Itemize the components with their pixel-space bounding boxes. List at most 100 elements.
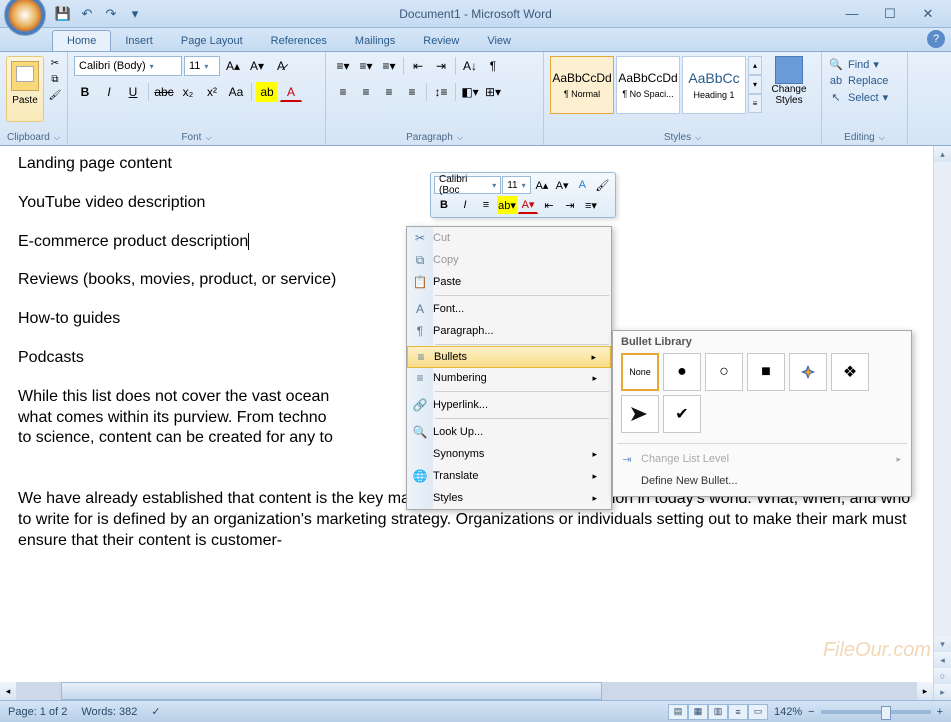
mini-center-icon[interactable]: ≡ [476, 196, 496, 214]
status-zoom[interactable]: 142% [774, 706, 802, 718]
tab-insert[interactable]: Insert [111, 31, 167, 51]
increase-indent-icon[interactable]: ⇥ [430, 56, 452, 76]
zoom-slider[interactable] [821, 710, 931, 714]
mini-bold-icon[interactable]: B [434, 196, 454, 214]
align-right-icon[interactable]: ≡ [378, 82, 400, 102]
mini-italic-icon[interactable]: I [455, 196, 475, 214]
change-styles-button[interactable]: Change Styles [768, 56, 810, 141]
redo-icon[interactable]: ↷ [102, 5, 120, 23]
paste-button[interactable]: Paste [6, 56, 44, 122]
find-button[interactable]: 🔍Find ▾ [828, 56, 901, 73]
shrink-font-icon[interactable]: A▾ [246, 56, 268, 76]
qat-customize-icon[interactable]: ▾ [126, 5, 144, 23]
numbering-icon[interactable]: ≡▾ [355, 56, 377, 76]
style-scroll[interactable]: ▴ ▾ ≡ [748, 56, 762, 141]
highlight-icon[interactable]: ab [256, 82, 278, 102]
shading-icon[interactable]: ◧▾ [459, 82, 481, 102]
tab-page-layout[interactable]: Page Layout [167, 31, 257, 51]
tab-review[interactable]: Review [409, 31, 473, 51]
format-painter-icon[interactable]: 🖌 [47, 88, 63, 102]
ctx-paste[interactable]: 📋Paste [407, 271, 611, 293]
minimize-button[interactable]: — [839, 5, 865, 23]
bullet-option-1[interactable]: ● [663, 353, 701, 391]
style-no-spacing[interactable]: AaBbCcDd ¶ No Spaci... [616, 56, 680, 114]
font-size-combo[interactable]: 11 [184, 56, 220, 76]
help-icon[interactable]: ? [927, 30, 945, 48]
next-page-icon[interactable]: ▸ [934, 684, 951, 700]
scroll-right-icon[interactable]: ▸ [917, 682, 933, 700]
view-draft-icon[interactable]: ▭ [748, 704, 768, 720]
ctx-look-up-[interactable]: 🔍Look Up... [407, 421, 611, 443]
define-new-bullet[interactable]: Define New Bullet... [613, 470, 911, 492]
superscript-icon[interactable]: x² [201, 82, 223, 102]
clear-formatting-icon[interactable]: A̷ [270, 56, 292, 76]
italic-icon[interactable]: I [98, 82, 120, 102]
save-icon[interactable]: 💾 [54, 5, 72, 23]
zoom-out-icon[interactable]: − [808, 706, 814, 718]
mini-shrink-icon[interactable]: A▾ [552, 176, 571, 194]
align-center-icon[interactable]: ≡ [355, 82, 377, 102]
undo-icon[interactable]: ↶ [78, 5, 96, 23]
grow-font-icon[interactable]: A▴ [222, 56, 244, 76]
scroll-left-icon[interactable]: ◂ [0, 682, 16, 700]
bold-icon[interactable]: B [74, 82, 96, 102]
proofing-icon[interactable]: ✓ [151, 705, 160, 718]
strikethrough-icon[interactable]: abc [153, 82, 175, 102]
bullet-option-0[interactable]: None [621, 353, 659, 391]
horizontal-scrollbar[interactable]: ◂ ▸ [0, 682, 933, 700]
tab-references[interactable]: References [257, 31, 341, 51]
style-expand-icon[interactable]: ≡ [748, 94, 762, 113]
borders-icon[interactable]: ⊞▾ [482, 82, 504, 102]
justify-icon[interactable]: ≡ [401, 82, 423, 102]
subscript-icon[interactable]: x₂ [177, 82, 199, 102]
style-scroll-down-icon[interactable]: ▾ [748, 75, 762, 94]
tab-home[interactable]: Home [52, 30, 111, 51]
bullet-option-5[interactable]: ❖ [831, 353, 869, 391]
sort-icon[interactable]: A↓ [459, 56, 481, 76]
bullet-option-6[interactable] [621, 395, 659, 433]
mini-highlight-icon[interactable]: ab▾ [497, 196, 517, 214]
zoom-in-icon[interactable]: + [937, 706, 943, 718]
select-button[interactable]: ↖Select ▾ [828, 89, 901, 106]
hscroll-thumb[interactable] [61, 682, 602, 700]
ctx-synonyms[interactable]: Synonyms▸ [407, 443, 611, 465]
tab-mailings[interactable]: Mailings [341, 31, 409, 51]
decrease-indent-icon[interactable]: ⇤ [407, 56, 429, 76]
bullet-option-2[interactable]: ○ [705, 353, 743, 391]
ctx-paragraph-[interactable]: ¶Paragraph... [407, 320, 611, 342]
ctx-styles[interactable]: Styles▸ [407, 487, 611, 509]
bullet-option-4[interactable] [789, 353, 827, 391]
font-color-icon[interactable]: A [280, 82, 302, 102]
align-left-icon[interactable]: ≡ [332, 82, 354, 102]
line-spacing-icon[interactable]: ↕≡ [430, 82, 452, 102]
replace-button[interactable]: abReplace [828, 73, 901, 89]
mini-styles-icon[interactable]: A [573, 176, 592, 194]
tab-view[interactable]: View [473, 31, 525, 51]
browse-object-icon[interactable]: ○ [934, 668, 951, 684]
mini-bullets-icon[interactable]: ≡▾ [581, 196, 601, 214]
copy-icon[interactable]: ⧉ [47, 72, 63, 86]
style-scroll-up-icon[interactable]: ▴ [748, 56, 762, 75]
maximize-button[interactable]: ☐ [877, 5, 903, 23]
style-heading1[interactable]: AaBbCc Heading 1 [682, 56, 746, 114]
ctx-bullets[interactable]: ≡Bullets▸ [407, 346, 611, 368]
mini-painter-icon[interactable]: 🖌 [593, 176, 612, 194]
scroll-up-icon[interactable]: ▴ [934, 146, 951, 162]
bullet-option-7[interactable]: ✔ [663, 395, 701, 433]
multilevel-icon[interactable]: ≡▾ [378, 56, 400, 76]
view-print-icon[interactable]: ▤ [668, 704, 688, 720]
mini-indent-dec-icon[interactable]: ⇤ [539, 196, 559, 214]
bullets-icon[interactable]: ≡▾ [332, 56, 354, 76]
bullet-option-3[interactable]: ■ [747, 353, 785, 391]
style-normal[interactable]: AaBbCcDd ¶ Normal [550, 56, 614, 114]
scroll-down-icon[interactable]: ▾ [934, 636, 951, 652]
ctx-translate[interactable]: 🌐Translate▸ [407, 465, 611, 487]
status-page[interactable]: Page: 1 of 2 [8, 706, 67, 718]
mini-color-icon[interactable]: A▾ [518, 196, 538, 214]
view-fullscreen-icon[interactable]: ▦ [688, 704, 708, 720]
font-name-combo[interactable]: Calibri (Body) [74, 56, 182, 76]
ctx-hyperlink-[interactable]: 🔗Hyperlink... [407, 394, 611, 416]
underline-icon[interactable]: U [122, 82, 144, 102]
status-words[interactable]: Words: 382 [81, 706, 137, 718]
view-outline-icon[interactable]: ≡ [728, 704, 748, 720]
